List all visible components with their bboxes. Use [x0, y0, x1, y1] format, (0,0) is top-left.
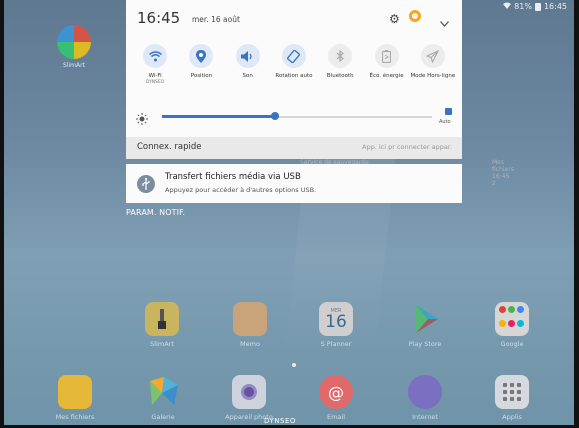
battery-icon: [534, 2, 541, 11]
tile-label: Position: [190, 73, 213, 79]
device-bezel-right: [574, 0, 579, 428]
play-store-icon: [408, 302, 442, 336]
quick-connect-label: Connex. rapide: [137, 142, 202, 152]
tile-label: Éco. énergie: [369, 73, 404, 79]
google-folder-icon: [495, 302, 529, 336]
app-slimart[interactable]: SlimArt: [132, 302, 192, 348]
gear-icon[interactable]: ⚙: [389, 13, 401, 25]
folder-icon: [58, 375, 92, 409]
auto-brightness-label: Auto: [439, 119, 451, 125]
app-google-folder[interactable]: Google: [482, 302, 542, 348]
slimart-icon: [57, 25, 91, 59]
tile-label: Son: [242, 73, 253, 79]
rotation-icon: [281, 44, 306, 68]
calendar-icon: MER 16: [319, 302, 353, 336]
notification-settings-button[interactable]: PARAM. NOTIF.: [126, 208, 185, 217]
background-notification-text: Mes fichiers 16:45 2: [492, 159, 514, 187]
tile-wifi[interactable]: Wi-Fi DYNSEO: [132, 44, 178, 86]
usb-transfer-notification[interactable]: Transfert fichiers média via USB Appuyez…: [126, 164, 462, 203]
app-gallery[interactable]: Galerie: [133, 375, 193, 421]
camera-icon: [232, 375, 266, 409]
tile-sound[interactable]: Son: [225, 44, 271, 86]
shade-date: mer. 16 août: [192, 15, 240, 24]
tile-rotation[interactable]: Rotation auto: [271, 44, 317, 86]
bluetooth-icon: [328, 44, 353, 68]
app-label: Galerie: [151, 413, 175, 421]
brightness-slider-thumb[interactable]: [271, 112, 280, 120]
app-label: Applis: [502, 413, 522, 421]
watermark-brand: DYNSEO: [264, 417, 296, 425]
quick-settings-panel: 16:45 mer. 16 août ⚙ Wi-Fi DYNSEO Positi…: [126, 0, 462, 137]
brightness-fill: [162, 115, 276, 118]
app-email[interactable]: @ Email: [306, 375, 366, 421]
gallery-icon: [146, 375, 180, 409]
app-label: Play Store: [408, 340, 442, 348]
sound-icon: [235, 44, 260, 68]
app-label: Internet: [412, 413, 438, 421]
wifi-status-icon: [503, 2, 512, 11]
app-label: Mes fichiers: [55, 413, 95, 421]
tile-sublabel: DYNSEO: [145, 80, 165, 85]
quick-connect-hint: App. ici pr connecter appar.: [362, 143, 452, 151]
notification-shade: 16:45 mer. 16 août ⚙ Wi-Fi DYNSEO Positi…: [126, 0, 514, 203]
quick-toggle-row: Wi-Fi DYNSEO Position Son Rotation auto: [132, 44, 456, 86]
app-label: Memo: [240, 340, 260, 348]
wifi-icon: [143, 44, 168, 68]
location-icon: [189, 44, 214, 68]
app-label: Google: [500, 340, 524, 348]
slimart-icon: [145, 302, 179, 336]
tile-label: Wi-Fi: [148, 73, 162, 79]
tile-power-saving[interactable]: Éco. énergie: [363, 44, 409, 86]
tile-label: Bluetooth: [326, 73, 354, 79]
tile-label: Rotation auto: [275, 73, 313, 79]
email-icon: @: [319, 375, 353, 409]
device-bezel-left: [0, 0, 4, 428]
status-bar: 81% 16:45: [503, 2, 567, 11]
brightness-icon: [136, 110, 148, 125]
app-s-planner[interactable]: MER 16 S Planner: [306, 302, 366, 348]
desktop-app-slimart[interactable]: SlimArt: [54, 25, 94, 69]
quick-connect-bar[interactable]: Connex. rapide App. ici pr connecter app…: [126, 137, 462, 159]
account-ring-icon[interactable]: [409, 10, 421, 22]
internet-icon: [408, 375, 442, 409]
tile-position[interactable]: Position: [178, 44, 224, 86]
airplane-icon: [420, 44, 445, 68]
apps-icon: [495, 375, 529, 409]
app-play-store[interactable]: Play Store: [395, 302, 455, 348]
tile-airplane-mode[interactable]: Mode Hors-ligne: [410, 44, 456, 86]
app-label: Email: [326, 413, 346, 421]
app-camera[interactable]: Appareil photo: [219, 375, 279, 421]
page-indicator: [292, 363, 296, 367]
notification-title: Transfert fichiers média via USB: [165, 172, 301, 182]
app-label: SlimArt: [150, 340, 174, 348]
tile-bluetooth[interactable]: Bluetooth: [317, 44, 363, 86]
app-internet[interactable]: Internet: [395, 375, 455, 421]
battery-saver-icon: [374, 44, 399, 68]
brightness-control: Auto: [136, 108, 452, 126]
desktop-app-label: SlimArt: [63, 62, 85, 69]
app-label: S Planner: [320, 340, 352, 348]
auto-brightness-checkbox[interactable]: [445, 108, 452, 123]
status-time: 16:45: [543, 2, 567, 11]
tile-label: Mode Hors-ligne: [410, 73, 456, 79]
memo-icon: [233, 302, 267, 336]
usb-icon: [137, 175, 155, 193]
app-memo[interactable]: Memo: [220, 302, 280, 348]
chevron-down-icon[interactable]: [440, 12, 449, 27]
shade-time: 16:45: [137, 9, 181, 27]
app-my-files[interactable]: Mes fichiers: [45, 375, 105, 421]
calendar-day: 16: [325, 311, 347, 332]
app-apps-drawer[interactable]: Applis: [482, 375, 542, 421]
notification-body: Appuyez pour accéder à d'autres options …: [165, 186, 317, 194]
battery-percent: 81%: [514, 2, 532, 11]
